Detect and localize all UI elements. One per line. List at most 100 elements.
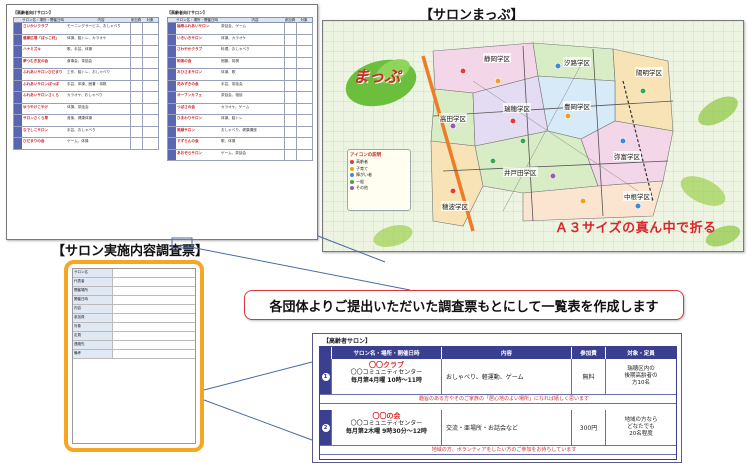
survey-row: 連絡先 <box>73 341 195 350</box>
row-name-cell: ひまわりサロン <box>176 115 220 126</box>
row-target-cell <box>296 115 312 126</box>
salon-name: 花みずきの会 <box>177 81 199 86</box>
row-fee-cell <box>284 80 296 91</box>
zoom-table-title: 【高齢者サロン】 <box>323 338 372 345</box>
row-content-cell: 工作、脳トレ、おしゃべり <box>67 70 111 74</box>
brochure-left-column: 【高齢者向けサロン】 サロン名・場所・開催日時 内容 参加費 対象 さいかいクラ… <box>13 10 159 235</box>
survey-field-value <box>113 278 195 286</box>
brochure-head-content: 内容 <box>97 18 105 22</box>
district-label: 瑞穂学区 <box>503 103 531 113</box>
salon-marker-icon <box>449 122 457 130</box>
salon-marker-icon <box>489 157 497 165</box>
salon-marker-icon <box>449 187 457 195</box>
row-number-cell <box>168 103 176 114</box>
survey-field-label: 代表者 <box>73 278 113 286</box>
row-content-cell: 食事会、茶話会 <box>67 58 93 63</box>
brochure-row: サロンさくら草 音楽、健康体操 <box>13 115 159 127</box>
salon-name: つばさの会 <box>177 104 195 109</box>
survey-field-value <box>113 323 195 331</box>
row-name-cell: なでしこサロン <box>22 127 66 138</box>
salon-name: あおぞらサロン <box>177 150 203 155</box>
survey-form: サロン名 代表者 開催場所 開催日時 内容 参加費 対象 定員 連絡先 備考 <box>64 260 204 452</box>
row-target-cell <box>296 23 312 34</box>
salon-map: まっぷ 静岡学区 汐路学区 陽明学区 高田学区 瑞穂学区 豊岡学区 弥富学区 井… <box>322 20 744 252</box>
row-content-cell: ゲーム、茶話会 <box>221 150 247 155</box>
entry-content-cell: おしゃべり、軽運動、ゲーム <box>442 359 572 394</box>
legend-label: 高齢者 <box>356 159 368 165</box>
row-name-cell: オープンカフェ <box>176 92 220 103</box>
survey-row: 内容 <box>73 305 195 314</box>
header-target: 対象・定員 <box>627 351 655 357</box>
survey-field-value <box>113 350 195 358</box>
legend-dot-icon <box>350 160 354 165</box>
row-content-cell: カラオケ、ゲーム <box>221 104 250 109</box>
row-fee-cell <box>130 69 142 80</box>
survey-form-table: サロン名 代表者 開催場所 開催日時 内容 参加費 対象 定員 連絡先 備考 <box>72 268 196 444</box>
leaf-decoration <box>373 225 413 247</box>
survey-row: 代表者 <box>73 278 195 287</box>
row-content-cell: カラオケ、おしゃべり <box>67 93 103 97</box>
survey-field-value <box>113 332 195 340</box>
legend-label: 一般 <box>356 178 364 184</box>
zoomed-salon-table: 【高齢者サロン】 サロン名・場所・開催日時 内容 参加費 対象・定員 1 〇〇クラ… <box>312 333 682 463</box>
row-name-cell: おひさまサロン <box>176 69 220 80</box>
row-name-cell: いきいきサロン <box>176 35 220 46</box>
row-name-cell: すずらんの会 <box>176 138 220 149</box>
salon-marker-icon <box>509 117 517 125</box>
brochure-row: 笑顔サロン おしゃべり、健康講座 <box>167 126 313 138</box>
legend-dot-icon <box>350 166 354 171</box>
survey-field-label: 備考 <box>73 350 113 358</box>
row-number-cell <box>14 103 22 114</box>
entry-number-badge: 1 <box>321 372 330 381</box>
row-target-cell <box>296 46 312 57</box>
row-name-cell: つばさの会 <box>176 104 220 115</box>
row-target-cell <box>142 34 158 45</box>
row-fee-cell <box>130 126 142 137</box>
legend-dot-icon <box>350 186 354 191</box>
salon-name: さいかいクラブ <box>23 24 49 28</box>
salon-marker-icon <box>639 87 647 95</box>
salon-marker-icon <box>619 137 627 145</box>
survey-field-label: 開催場所 <box>73 287 113 295</box>
survey-row: 参加費 <box>73 314 195 323</box>
row-name-cell: ひだまりの会 <box>22 138 66 149</box>
entry-target-cell: 瑞穂区内の 後期高齢者の 方10名 <box>624 366 658 386</box>
brochure-row: さわやかクラブ 料理、おしゃべり <box>167 46 313 58</box>
brochure-row: なでしこサロン 手芸、おしゃべり <box>13 126 159 138</box>
salon-marker-icon <box>579 197 587 205</box>
row-target-cell <box>142 92 158 103</box>
survey-field-label: 内容 <box>73 305 113 313</box>
salon-entry: 2 〇〇の会 〇〇コミュニティセンター 毎月第2木曜 9時30分～12時 交流・亜場所・… <box>320 410 676 455</box>
salon-name: ひまわりサロン <box>177 116 203 120</box>
salon-name: ふれあいサロンひだまり <box>23 70 63 74</box>
brochure-row: ひだまりの会 ゲーム、体操 <box>13 138 159 150</box>
salon-name: ふれあいサロンさくら <box>23 93 59 97</box>
row-name-cell: あおぞらサロン <box>176 150 220 161</box>
row-content-cell: おしゃべり、健康講座 <box>221 127 257 132</box>
row-fee-cell <box>130 46 142 57</box>
survey-field-value <box>113 305 195 313</box>
entry-name-cell: 〇〇の会 〇〇コミュニティセンター 毎月第2木曜 9時30分～12時 <box>332 410 442 445</box>
row-number-cell <box>14 69 22 80</box>
row-target-cell <box>296 126 312 137</box>
brochure-head-fee: 参加費 <box>284 18 296 22</box>
entry-fee-cell: 無料 <box>572 359 606 394</box>
brochure-row: ふれあいサロンさくら カラオケ、おしゃべり <box>13 92 159 104</box>
salon-entry: 1 〇〇クラブ 〇〇コミュニティセンター 毎月第4月曜 10時～11時 おしゃべり、軽運… <box>320 359 676 404</box>
row-name-cell: サロンさくら草 <box>22 115 66 126</box>
legend-label: 障がい者 <box>356 172 372 178</box>
row-fee-cell <box>284 46 296 57</box>
survey-row: 備考 <box>73 350 195 359</box>
row-content-cell: 手芸、茶話会 <box>221 81 243 86</box>
row-content-cell: 茶話会、ゲーム <box>221 24 247 28</box>
row-number-cell <box>168 149 176 160</box>
district-label: 汐路学区 <box>563 57 591 67</box>
survey-field-label: 開催日時 <box>73 296 113 304</box>
a3-fold-note: Ａ３サイズの真ん中で折る <box>555 221 717 236</box>
row-fee-cell <box>284 23 296 34</box>
brochure-right-column: 【高齢者向けサロン】 サロン名・場所・開催日時 内容 参加費 対象 福寿ふれあい… <box>167 10 313 235</box>
row-target-cell <box>296 80 312 91</box>
brochure-row: あおぞらサロン ゲーム、茶話会 <box>167 149 313 161</box>
salon-table: サロン名・場所・開催日時 内容 参加費 対象・定員 1 〇〇クラブ 〇〇コミュニティ… <box>319 346 677 460</box>
callout-banner: 各団体よりご提出いただいた調査票もとにして一覧表を作成します <box>244 290 684 320</box>
